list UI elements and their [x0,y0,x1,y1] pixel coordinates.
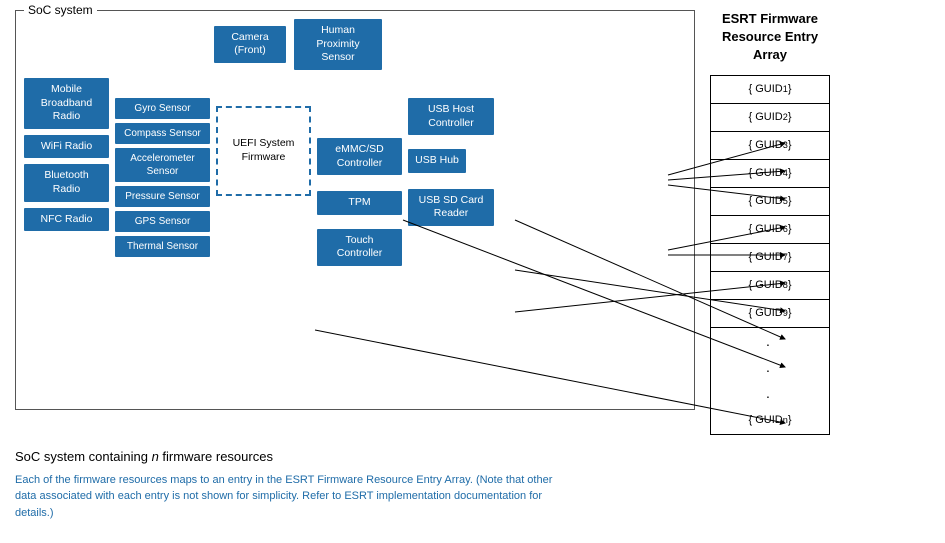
thermal-box: Thermal Sensor [115,236,210,257]
usb-host-box: USB HostController [408,98,494,135]
guid-table: { GUID1 } { GUID2 } { GUID3 } { GUID4 } … [710,75,830,435]
guid-row-8: { GUID8 } [711,272,829,300]
proximity-box: Human ProximitySensor [294,19,382,70]
soc-system-box: SoC system Camera(Front) Human Proximity… [15,10,695,410]
usb-sd-box: USB SD CardReader [408,189,494,226]
guid-row-7: { GUID7 } [711,244,829,272]
gps-box: GPS Sensor [115,211,210,232]
nfc-box: NFC Radio [24,208,109,232]
guid-row-5: { GUID5 } [711,188,829,216]
caption-detail: Each of the firmware resources maps to a… [15,472,555,522]
soc-system-label: SoC system [24,3,97,17]
compass-box: Compass Sensor [115,123,210,144]
guid-row-1: { GUID1 } [711,76,829,104]
guid-row-3: { GUID3 } [711,132,829,160]
caption-area: SoC system containing n firmware resourc… [15,449,930,522]
gyro-box: Gyro Sensor [115,98,210,119]
tpm-box: TPM [317,191,402,215]
emmc-box: eMMC/SDController [317,138,402,175]
sensor-column: Gyro Sensor Compass Sensor Accelerometer… [115,98,210,257]
esrt-panel: ESRT FirmwareResource EntryArray { GUID1… [705,10,835,435]
guid-dots-3: . [711,380,829,406]
pressure-box: Pressure Sensor [115,186,210,207]
usb-hub-box: USB Hub [408,149,466,173]
bluetooth-box: BluetoothRadio [24,164,109,201]
guid-row-6: { GUID6 } [711,216,829,244]
touch-box: TouchController [317,229,402,266]
uefi-box: UEFI SystemFirmware [216,106,311,196]
mobile-broadband-box: MobileBroadbandRadio [24,78,109,129]
esrt-title: ESRT FirmwareResource EntryArray [722,10,818,65]
guid-dots: . [711,328,829,354]
guid-row-2: { GUID2 } [711,104,829,132]
guid-row-4: { GUID4 } [711,160,829,188]
camera-box: Camera(Front) [214,26,286,63]
radio-column: MobileBroadbandRadio WiFi Radio Bluetoot… [24,78,109,231]
guid-row-9: { GUID9 } [711,300,829,328]
accelerometer-box: AccelerometerSensor [115,148,210,182]
guid-row-n: { GUIDn } [711,406,829,434]
guid-dots-2: . [711,354,829,380]
caption-main: SoC system containing n firmware resourc… [15,449,930,464]
usb-column: USB HostController USB Hub USB SD CardRe… [408,98,498,226]
controller-column: eMMC/SDController TPM TouchController [317,138,402,266]
wifi-box: WiFi Radio [24,135,109,159]
